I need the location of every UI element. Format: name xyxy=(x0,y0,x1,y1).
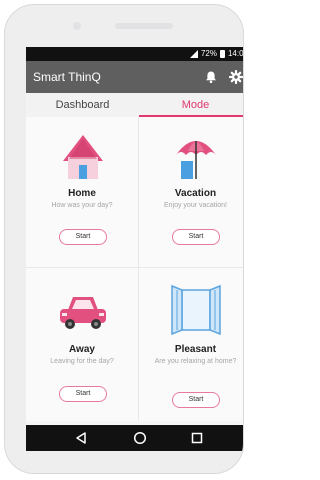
phone-frame: 72% 14:01 Smart ThinQ xyxy=(4,4,244,474)
phone-screen: 72% 14:01 Smart ThinQ xyxy=(26,47,244,451)
signal-icon xyxy=(189,49,198,58)
mode-card-vacation: Vacation Enjoy your vacation! Start xyxy=(139,117,243,267)
open-window-icon xyxy=(171,284,221,336)
status-time: 14:01 xyxy=(227,49,244,58)
battery-percent: 72% xyxy=(200,49,217,58)
status-bar: 72% 14:01 xyxy=(26,47,244,61)
mode-grid: Home How was your day? Start Vacation En… xyxy=(26,117,243,421)
start-button-away[interactable]: Start xyxy=(59,386,107,402)
start-button-pleasant[interactable]: Start xyxy=(172,392,220,408)
app-title: Smart ThinQ xyxy=(33,70,101,84)
mode-card-pleasant: Pleasant Are you relaxing at home? Start xyxy=(139,268,243,421)
mode-card-home: Home How was your day? Start xyxy=(26,117,138,267)
recent-apps-icon[interactable] xyxy=(190,431,204,445)
car-icon xyxy=(60,297,106,329)
earpiece-speaker xyxy=(115,23,173,29)
mode-subtitle: Enjoy your vacation! xyxy=(163,202,228,209)
house-icon xyxy=(63,135,103,179)
start-button-home[interactable]: Start xyxy=(59,229,107,245)
battery-icon xyxy=(219,49,225,58)
system-nav-bar xyxy=(26,425,243,451)
mode-title: Vacation xyxy=(174,188,217,199)
mode-subtitle: How was your day? xyxy=(51,202,113,209)
app-bar: Smart ThinQ xyxy=(26,61,243,93)
mode-title: Home xyxy=(68,188,96,199)
back-icon[interactable] xyxy=(74,431,88,445)
tab-bar: Dashboard Mode xyxy=(26,93,243,117)
mode-card-away: Away Leaving for the day? Start xyxy=(26,268,138,421)
tab-dashboard[interactable]: Dashboard xyxy=(26,93,139,117)
bell-icon[interactable] xyxy=(204,70,218,84)
mode-title: Pleasant xyxy=(174,344,217,355)
front-camera xyxy=(73,22,81,30)
start-button-vacation[interactable]: Start xyxy=(172,229,220,245)
mode-subtitle: Are you relaxing at home? xyxy=(154,358,237,365)
mode-subtitle: Leaving for the day? xyxy=(50,358,114,365)
beach-umbrella-icon xyxy=(176,141,216,179)
gear-icon[interactable] xyxy=(229,70,243,84)
mode-title: Away xyxy=(69,344,95,355)
tab-mode[interactable]: Mode xyxy=(139,93,243,117)
home-circle-icon[interactable] xyxy=(133,431,147,445)
